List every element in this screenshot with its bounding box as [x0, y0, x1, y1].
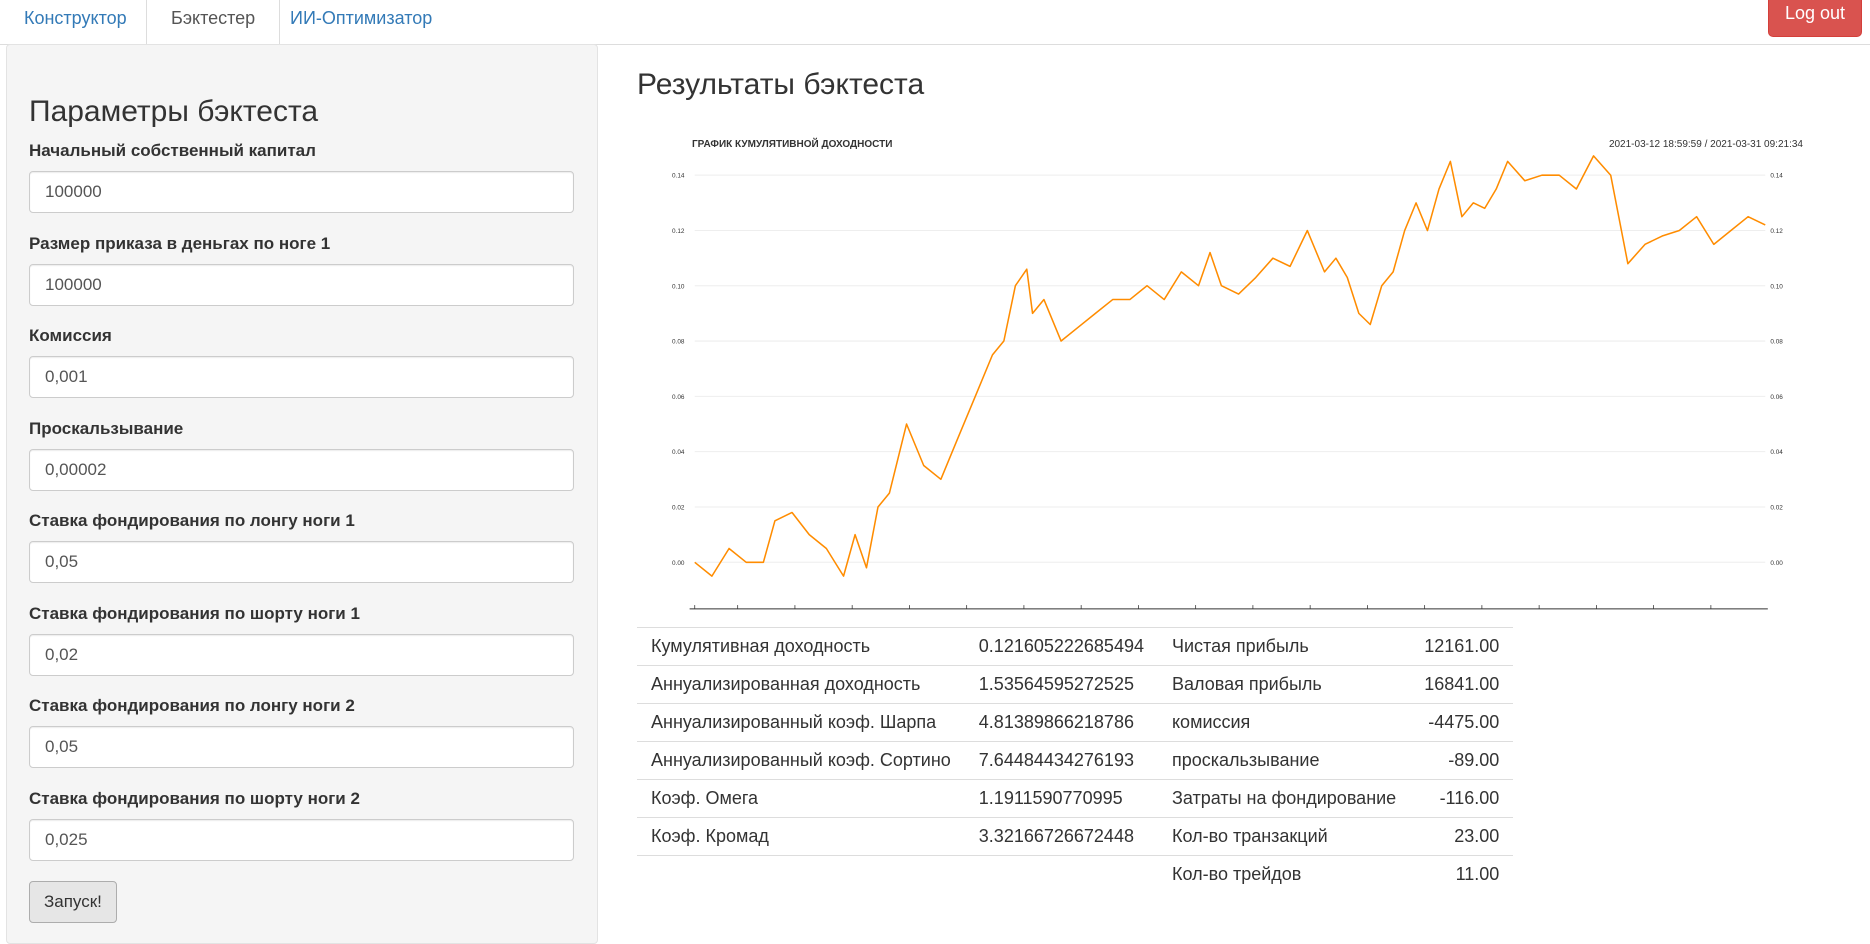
stat-label: Коэф. Омега — [637, 779, 965, 818]
y-tick-label-left: 0.14 — [672, 173, 685, 180]
field-label-commission: Комиссия — [29, 326, 112, 345]
table-row: Аннуализированный коэф. Сортино 7.644844… — [637, 741, 1514, 780]
stat-value: 23.00 — [1410, 817, 1514, 856]
table-row: Коэф. Кромад 3.32166726672448 Кол-во тра… — [637, 817, 1514, 856]
field-label-funding-long-leg1: Ставка фондирования по лонгу ноги 1 — [29, 511, 355, 530]
stat-value: 4.81389866218786 — [964, 703, 1158, 742]
stat-value: 3.32166726672448 — [964, 817, 1158, 856]
field-label-funding-short-leg2: Ставка фондирования по шорту ноги 2 — [29, 789, 360, 808]
stat-label: Аннуализированная доходность — [637, 665, 965, 704]
stat-value: 16841.00 — [1410, 665, 1514, 704]
table-row: Аннуализированная доходность 1.535645952… — [637, 665, 1514, 704]
stat-value: 1.53564595272525 — [964, 665, 1158, 704]
field-label-funding-short-leg1: Ставка фондирования по шорту ноги 1 — [29, 604, 360, 623]
chart-svg: 0.00 0.00 0.02 0.02 0.04 0.04 0.06 0.06 0.08 0.08… — [672, 155, 1783, 610]
stat-value: -4475.00 — [1410, 703, 1514, 742]
backtest-params-panel: Параметры бэктеста Начальный собственный… — [6, 44, 598, 944]
table-row: Кол-во трейдов 11.00 — [637, 855, 1514, 894]
slippage-input[interactable] — [29, 449, 574, 491]
stat-label: Чистая прибыль — [1157, 627, 1411, 666]
stat-label: Кол-во трейдов — [1157, 855, 1411, 894]
table-row: Кумулятивная доходность 0.12160522268549… — [637, 627, 1514, 666]
stat-label: Аннуализированный коэф. Сортино — [637, 741, 965, 780]
y-tick-label-left: 0.02 — [672, 505, 685, 512]
table-row: Аннуализированный коэф. Шарпа 4.81389866… — [637, 703, 1514, 742]
commission-input[interactable] — [29, 356, 574, 398]
stat-label: Валовая прибыль — [1157, 665, 1411, 704]
stat-value: -89.00 — [1410, 741, 1514, 780]
field-label-funding-long-leg2: Ставка фондирования по лонгу ноги 2 — [29, 696, 355, 715]
stat-value: -116.00 — [1410, 779, 1514, 818]
stat-value: 12161.00 — [1410, 627, 1514, 666]
y-tick-label-left: 0.10 — [672, 283, 685, 290]
field-label-slippage: Проскальзывание — [29, 419, 184, 438]
params-title: Параметры бэктеста — [29, 95, 319, 128]
stat-label: комиссия — [1157, 703, 1411, 742]
y-tick-label-right: 0.06 — [1770, 394, 1783, 401]
y-tick-label-right: 0.02 — [1770, 505, 1783, 512]
stat-label: проскальзывание — [1157, 741, 1411, 780]
funding-long-leg1-input[interactable] — [29, 541, 574, 583]
y-tick-label-left: 0.04 — [672, 449, 685, 456]
y-tick-label-left: 0.08 — [672, 339, 685, 346]
initial-capital-input[interactable] — [29, 171, 574, 213]
tab-ai-optimizer[interactable]: ИИ-Оптимизатор — [266, 0, 456, 44]
stat-label: Затраты на фондирование — [1157, 779, 1411, 818]
stat-label: Аннуализированный коэф. Шарпа — [637, 703, 965, 742]
y-tick-label-right: 0.10 — [1770, 283, 1783, 290]
y-tick-label-left: 0.12 — [672, 228, 685, 235]
stat-value: 7.64484434276193 — [964, 741, 1158, 780]
funding-short-leg1-input[interactable] — [29, 634, 574, 676]
tab-backtester[interactable]: Бэктестер — [146, 0, 281, 45]
stat-value: 0.121605222685494 — [964, 627, 1158, 666]
stats-table: Кумулятивная доходность 0.12160522268549… — [637, 627, 1514, 894]
stat-value: 11.00 — [1410, 855, 1514, 894]
results-title: Результаты бэктеста — [637, 68, 925, 101]
top-nav: Конструктор Бэктестер ИИ-Оптимизатор Log… — [0, 0, 1870, 45]
stat-value: 1.1911590770995 — [964, 779, 1158, 818]
field-label-order-size: Размер приказа в деньгах по ноге 1 — [29, 234, 331, 253]
cumulative-return-line — [694, 155, 1766, 577]
y-tick-label-right: 0.08 — [1770, 339, 1783, 346]
y-tick-label-left: 0.06 — [672, 394, 685, 401]
order-size-input[interactable] — [29, 264, 574, 306]
chart-title: ГРАФИК КУМУЛЯТИВНОЙ ДОХОДНОСТИ — [692, 139, 893, 150]
stat-label: Коэф. Кромад — [637, 817, 965, 856]
tab-constructor[interactable]: Конструктор — [0, 0, 151, 44]
y-tick-label-right: 0.12 — [1770, 228, 1783, 235]
funding-long-leg2-input[interactable] — [29, 726, 574, 768]
table-row: Коэф. Омега 1.1911590770995 Затраты на ф… — [637, 779, 1514, 818]
y-tick-label-right: 0.04 — [1770, 449, 1783, 456]
run-button[interactable]: Запуск! — [29, 881, 117, 923]
y-tick-label-left: 0.00 — [672, 560, 685, 567]
field-label-initial-capital: Начальный собственный капитал — [29, 141, 316, 160]
funding-short-leg2-input[interactable] — [29, 819, 574, 861]
cumulative-return-chart: 0.00 0.00 0.02 0.02 0.04 0.04 0.06 0.06 0.08 0.08… — [640, 130, 1820, 615]
logout-button[interactable]: Log out — [1767, 0, 1862, 37]
stat-label: Кумулятивная доходность — [637, 627, 965, 666]
chart-date-range: 2021-03-12 18:59:59 / 2021-03-31 09:21:3… — [1608, 139, 1803, 150]
y-tick-label-right: 0.14 — [1770, 173, 1783, 180]
y-tick-label-right: 0.00 — [1770, 560, 1783, 567]
stat-label: Кол-во транзакций — [1157, 817, 1411, 856]
